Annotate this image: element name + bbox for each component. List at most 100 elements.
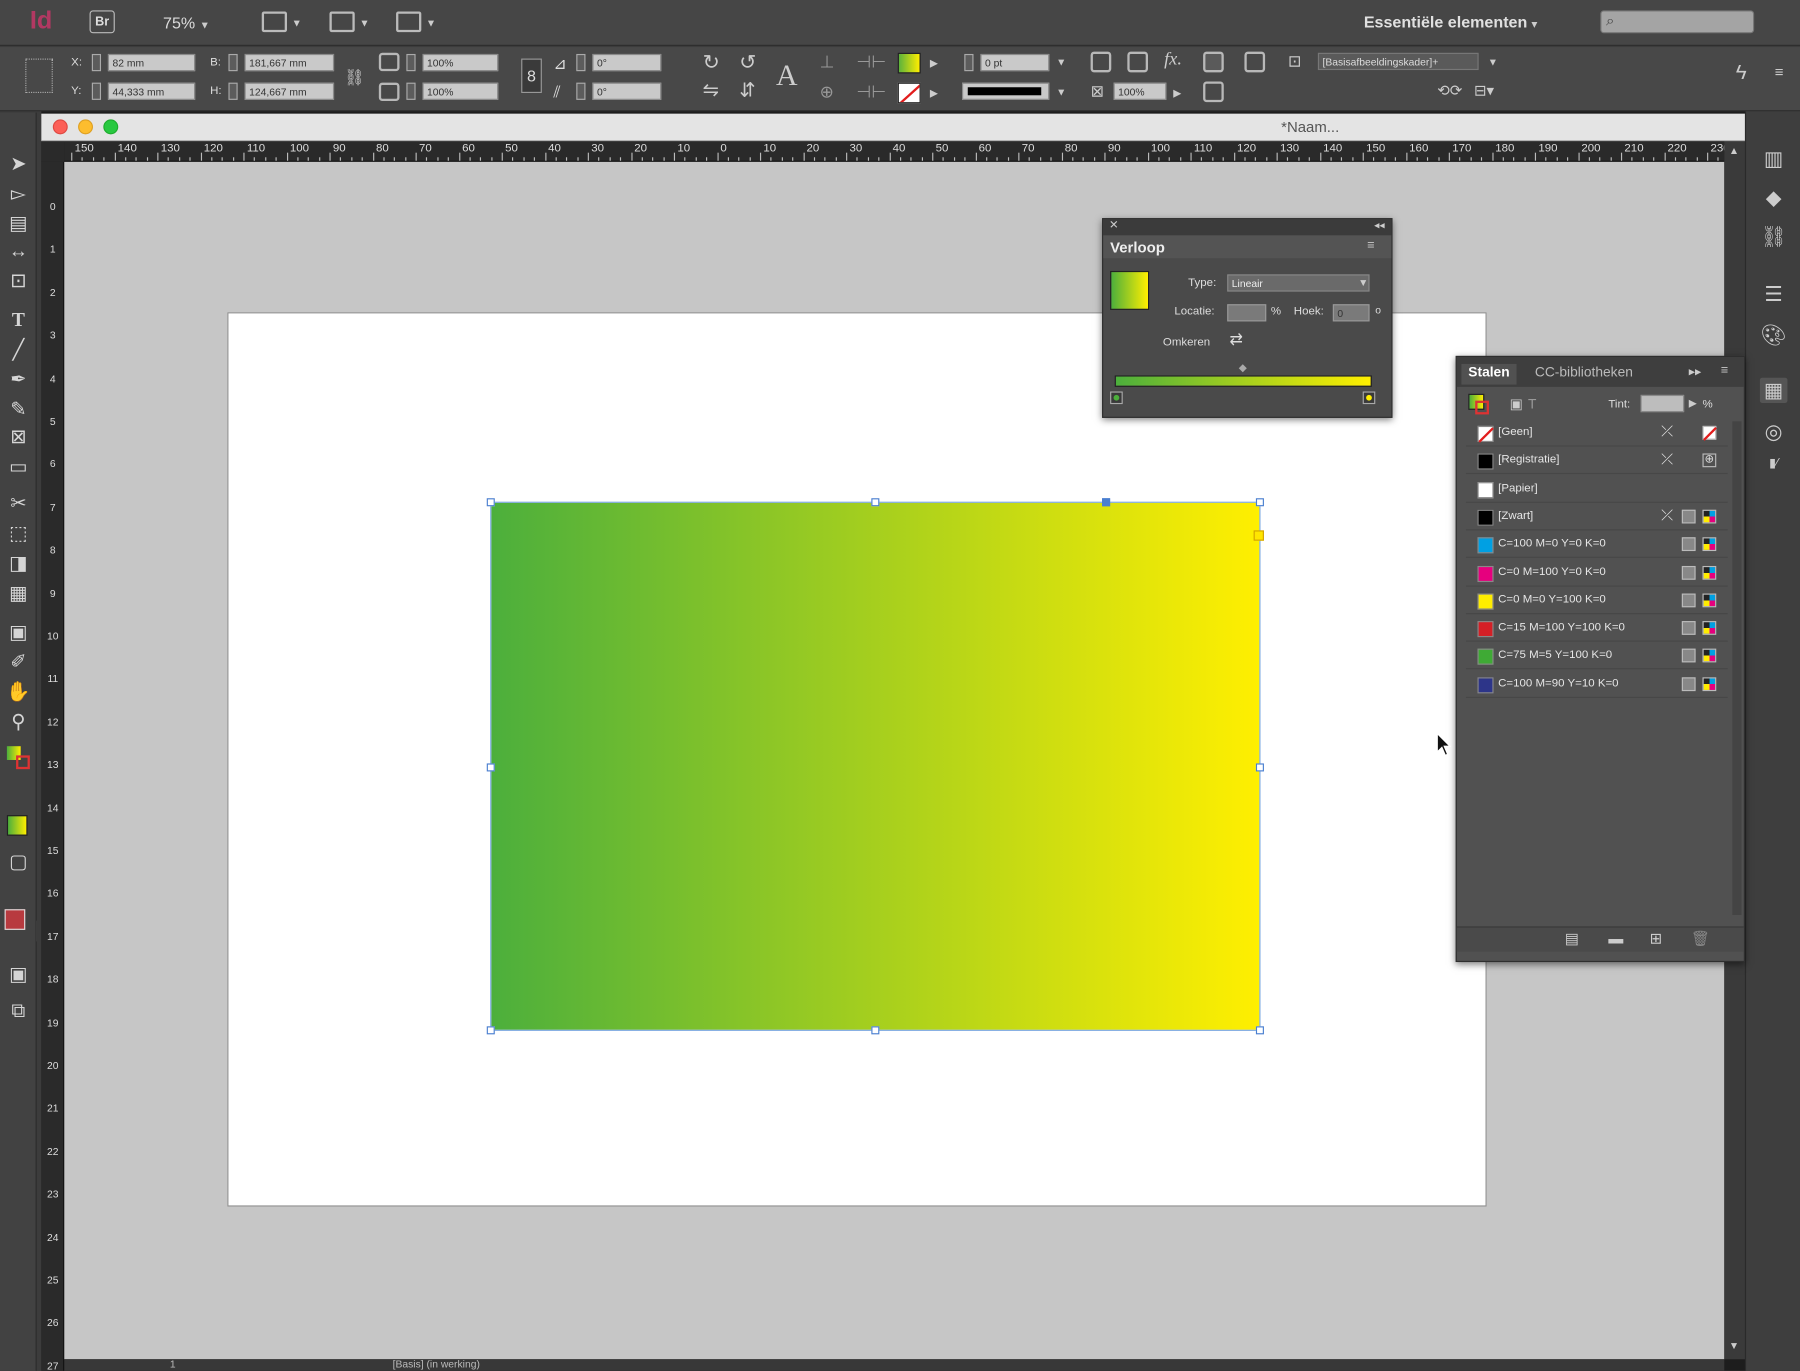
zoom-tool-icon[interactable]: ⚲: [6, 709, 31, 734]
resize-handle[interactable]: [871, 498, 880, 507]
selection-tool-icon[interactable]: ➤: [6, 152, 31, 177]
new-swatch-icon[interactable]: ⊞: [1650, 930, 1663, 948]
default-fill-icon[interactable]: [4, 909, 26, 930]
gradient-panel-icon[interactable]: ▮⁄: [1760, 451, 1788, 476]
scale-y-stepper[interactable]: [406, 82, 416, 100]
free-transform-tool-icon[interactable]: ⬚: [6, 521, 31, 546]
arrange-documents-button[interactable]: [396, 11, 422, 33]
chevron-down-icon[interactable]: ▼: [1488, 56, 1498, 67]
tab-cc-libraries[interactable]: CC-bibliotheken: [1535, 364, 1633, 380]
workspace-switcher[interactable]: Essentiële elementen ▾: [1364, 13, 1537, 31]
swatch-stroke-icon[interactable]: [1475, 400, 1489, 415]
panel-menu-icon[interactable]: ≡: [1721, 364, 1728, 378]
reference-point-icon[interactable]: [25, 58, 53, 93]
swatches-panel-icon[interactable]: ▦: [1759, 377, 1788, 403]
delete-swatch-icon[interactable]: 🗑︎: [1691, 930, 1710, 948]
zoom-level-dropdown[interactable]: 75% ▼: [163, 14, 210, 32]
x-position-field[interactable]: 82 mm: [107, 53, 196, 72]
screen-mode-icon[interactable]: ⧉: [6, 999, 31, 1024]
chevron-down-icon[interactable]: ▼: [1056, 86, 1066, 97]
gradient-stop-start[interactable]: [1110, 391, 1123, 405]
swatch-row[interactable]: C=100 M=0 Y=0 K=0: [1465, 533, 1728, 559]
page-number[interactable]: 1: [170, 1358, 176, 1369]
gradient-type-dropdown[interactable]: Lineair: [1227, 274, 1370, 292]
resize-handle[interactable]: [1255, 1026, 1264, 1035]
bridge-button[interactable]: Br: [89, 10, 115, 34]
swatch-row[interactable]: C=100 M=90 Y=10 K=0: [1465, 672, 1728, 698]
rectangle-tool-icon[interactable]: ▭: [6, 455, 31, 480]
scissors-tool-icon[interactable]: ✂: [6, 491, 31, 516]
apply-gradient-icon[interactable]: [6, 815, 28, 836]
midpoint-diamond-icon[interactable]: ◆: [1239, 362, 1247, 375]
note-tool-icon[interactable]: ▣: [6, 620, 31, 645]
gradient-swatch-tool-icon[interactable]: ◨: [6, 551, 31, 576]
gradient-panel-title[interactable]: Verloop: [1110, 239, 1165, 256]
wrap-options-icon[interactable]: [1203, 81, 1224, 103]
scale-x-field[interactable]: 100%: [422, 53, 499, 72]
opacity-menu-arrow-icon[interactable]: ▶: [1173, 87, 1181, 100]
reverse-gradient-icon[interactable]: ⇄: [1230, 329, 1243, 349]
new-color-group-icon[interactable]: ▬: [1608, 930, 1623, 947]
object-style-options-icon[interactable]: ⊟▾: [1474, 82, 1494, 100]
constrain-proportions-icon[interactable]: ⛓: [344, 68, 364, 88]
formatting-container-icon[interactable]: ▣: [1510, 396, 1523, 412]
formatting-text-icon[interactable]: T: [1528, 396, 1536, 412]
effects-fx-icon[interactable]: fx.: [1164, 49, 1182, 70]
align-top-icon[interactable]: ⊥: [820, 52, 835, 73]
gradient-ramp[interactable]: [1114, 375, 1372, 387]
panel-menu-icon[interactable]: ≡: [1775, 63, 1784, 80]
rotate-field[interactable]: 0°: [592, 53, 662, 72]
stroke-swatch[interactable]: [897, 82, 921, 104]
text-wrap-icon[interactable]: [1203, 51, 1224, 73]
swatch-view-icon[interactable]: ▤: [1565, 930, 1579, 948]
resize-handle[interactable]: [486, 498, 495, 507]
layers-panel-icon[interactable]: ◆: [1760, 185, 1788, 210]
help-search-input[interactable]: ⌕: [1600, 10, 1755, 34]
close-window-icon[interactable]: [52, 119, 68, 135]
gradient-feather-tool-icon[interactable]: ▦: [6, 581, 31, 606]
content-collector-icon[interactable]: ⊡: [6, 269, 31, 294]
rotate-ccw-icon[interactable]: ↺: [739, 51, 756, 75]
swatch-row[interactable]: C=0 M=100 Y=0 K=0: [1465, 561, 1728, 587]
tint-field[interactable]: [1640, 394, 1685, 413]
flip-horizontal-icon[interactable]: ⇋: [703, 79, 719, 102]
scroll-up-icon[interactable]: ▲: [1729, 145, 1739, 156]
y-position-field[interactable]: 44,333 mm: [107, 82, 196, 100]
stroke-color-icon[interactable]: [16, 755, 30, 770]
corner-options-handle[interactable]: [1253, 530, 1264, 541]
tint-menu-arrow-icon[interactable]: ▶: [1689, 397, 1697, 410]
swatch-row[interactable]: [Papier]: [1465, 477, 1728, 503]
container-formatting-icon[interactable]: ▢: [6, 850, 31, 875]
scale-y-field[interactable]: 100%: [422, 82, 499, 100]
swatch-row[interactable]: C=0 M=0 Y=100 K=0: [1465, 589, 1728, 614]
stroke-weight-stepper[interactable]: [964, 53, 974, 72]
rotate-stepper[interactable]: [576, 53, 586, 72]
cc-libraries-icon[interactable]: ◎: [1760, 419, 1788, 444]
resize-handle[interactable]: [1255, 763, 1264, 772]
horizontal-ruler[interactable]: 150 140 130 120 110 100 90 80 70 60 50 40 30 20 10 0 10 2…: [64, 141, 1725, 162]
color-panel-icon[interactable]: 🎨︎: [1760, 323, 1788, 348]
panel-menu-icon[interactable]: ≡: [1367, 239, 1374, 253]
expand-panels-icon[interactable]: ▸▸: [1689, 364, 1702, 379]
text-frame-icon[interactable]: A: [776, 59, 798, 93]
height-stepper[interactable]: [228, 82, 238, 100]
shear-field[interactable]: 0°: [592, 82, 662, 100]
zoom-window-icon[interactable]: [103, 119, 119, 135]
panel-header[interactable]: ✕ ◂◂: [1103, 219, 1392, 236]
stroke-panel-icon[interactable]: ☰: [1760, 281, 1788, 306]
fill-menu-arrow-icon[interactable]: ▶: [930, 57, 938, 70]
chevron-down-icon[interactable]: ▼: [1358, 277, 1368, 288]
resize-handle[interactable]: [1255, 498, 1264, 507]
close-panel-icon[interactable]: ✕: [1109, 219, 1119, 232]
swatch-row[interactable]: [Registratie] ⤫ ⊕: [1465, 449, 1728, 475]
page-tool-icon[interactable]: ▤: [6, 211, 31, 236]
pencil-tool-icon[interactable]: ✎: [6, 397, 31, 422]
width-stepper[interactable]: [228, 53, 238, 72]
direct-selection-tool-icon[interactable]: ▻: [6, 181, 31, 206]
flip-vertical-icon[interactable]: ⇵: [739, 79, 755, 102]
type-tool-icon[interactable]: T: [6, 308, 31, 333]
hand-tool-icon[interactable]: ✋: [6, 680, 31, 705]
x-stepper[interactable]: [91, 53, 102, 72]
scroll-down-icon[interactable]: ▼: [1729, 1340, 1739, 1351]
width-field[interactable]: 181,667 mm: [244, 53, 335, 72]
